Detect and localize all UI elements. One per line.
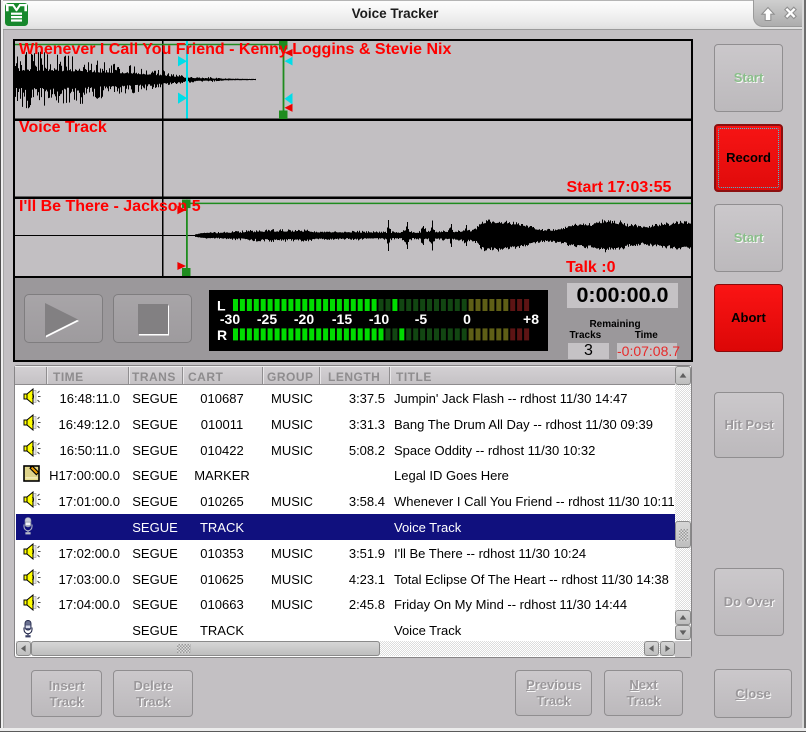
svg-text:R: R <box>217 327 227 343</box>
svg-text:+8: +8 <box>523 311 539 327</box>
svg-text:0: 0 <box>463 311 471 327</box>
svg-text:-5: -5 <box>415 311 428 327</box>
svg-text:-20: -20 <box>294 311 314 327</box>
svg-text:-10: -10 <box>369 311 389 327</box>
svg-text:-30: -30 <box>220 311 240 327</box>
svg-text:-15: -15 <box>332 311 352 327</box>
svg-text:-25: -25 <box>257 311 277 327</box>
